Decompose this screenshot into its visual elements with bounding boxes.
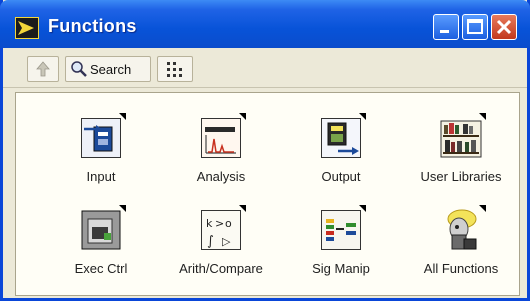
palette-item-label: All Functions — [423, 261, 499, 276]
palette-item-label: Exec Ctrl — [74, 261, 128, 276]
svg-text:▷: ▷ — [222, 235, 231, 248]
sig-manip-icon — [316, 205, 366, 255]
palette-item-label: Analysis — [196, 169, 246, 184]
input-icon — [76, 113, 126, 163]
minimize-icon — [440, 30, 449, 33]
palette-item-input[interactable]: Input — [41, 113, 161, 184]
options-icon — [167, 62, 182, 77]
up-button[interactable] — [27, 56, 59, 82]
svg-text:>: > — [215, 217, 224, 230]
close-button[interactable] — [491, 14, 517, 40]
all-functions-icon — [436, 205, 486, 255]
user-libraries-icon — [436, 113, 486, 163]
palette-toolbar: Search — [3, 48, 527, 88]
palette-item-label: Sig Manip — [312, 261, 370, 276]
palette-item-label: Input — [86, 169, 116, 184]
magnifier-icon — [71, 61, 87, 77]
svg-text:∫: ∫ — [207, 234, 214, 249]
svg-text:o: o — [225, 217, 232, 230]
arith-compare-icon: k > o ∫ ▷ — [196, 205, 246, 255]
palette-item-label: User Libraries — [420, 169, 502, 184]
up-arrow-icon — [36, 61, 50, 77]
palette-item-all-functions[interactable]: All Functions — [401, 205, 521, 276]
search-label: Search — [90, 61, 132, 77]
palette-item-user-libraries[interactable]: User Libraries — [401, 113, 521, 184]
close-icon — [496, 19, 512, 35]
palette-item-label: Arith/Compare — [179, 261, 263, 276]
output-icon — [316, 113, 366, 163]
minimize-button[interactable] — [433, 14, 459, 40]
maximize-button[interactable] — [462, 14, 488, 40]
analysis-icon — [196, 113, 246, 163]
palette-item-output[interactable]: Output — [281, 113, 401, 184]
maximize-icon — [467, 19, 483, 34]
palette-item-label: Output — [321, 169, 361, 184]
search-button[interactable]: Search — [65, 56, 151, 82]
palette-item-analysis[interactable]: Analysis — [161, 113, 281, 184]
palette-item-exec-ctrl[interactable]: Exec Ctrl — [41, 205, 161, 276]
palette-item-sig-manip[interactable]: Sig Manip — [281, 205, 401, 276]
functions-window: Functions Search Input Analysis Output U… — [0, 0, 530, 301]
window-title: Functions — [48, 16, 137, 36]
options-button[interactable] — [157, 56, 193, 82]
functions-palette: Input Analysis Output User Libraries Exe… — [15, 92, 520, 296]
palette-item-arith-compare[interactable]: k > o ∫ ▷ Arith/Compare — [161, 205, 281, 276]
labview-arrow-icon — [15, 17, 39, 39]
title-bar[interactable]: Functions — [0, 0, 530, 48]
svg-text:k: k — [206, 217, 213, 230]
exec-ctrl-icon — [76, 205, 126, 255]
